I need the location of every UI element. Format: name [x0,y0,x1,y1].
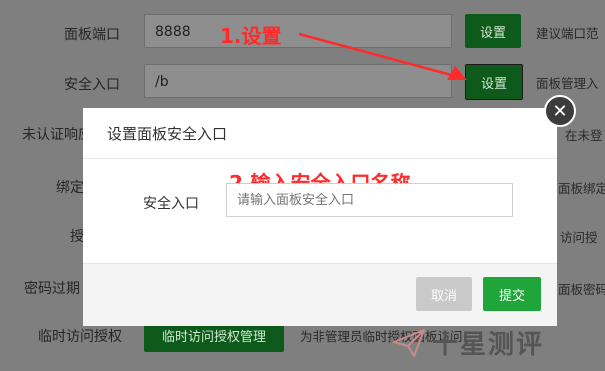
password-expiry-hint: 面板密码 [558,282,605,297]
close-icon[interactable]: ✕ [544,95,576,127]
step1-annotation: 1.设置 [220,24,282,48]
bind-label: 绑定 [56,180,84,196]
watermark-text: 十星测评 [432,330,545,360]
paper-plane-icon [392,327,426,358]
dialog-title: 设置面板安全入口 [83,108,557,159]
cancel-button[interactable]: 取消 [416,277,472,311]
port-label: 面板端口 [64,27,120,43]
unauth-response-hint: 在未登 [565,128,603,143]
security-entry-set-button[interactable]: 设置 [465,64,523,100]
password-expiry-label: 密码过期 [24,281,80,297]
authorize-hint: 访问授 [560,230,598,245]
port-hint: 建议端口范 [536,26,599,41]
authorize-label: 授 [70,229,84,245]
security-entry-field-label: 安全入口 [143,196,199,212]
security-entry-label: 安全入口 [64,77,120,93]
security-entry-dialog: 设置面板安全入口 2.输入安全入口名称 安全入口 取消 提交 [83,108,557,326]
bind-hint: 面板绑定 [558,181,605,196]
step1-arrow [298,32,467,80]
submit-button[interactable]: 提交 [483,277,541,311]
unauth-response-label: 未认证响应 [22,127,92,143]
temp-access-label: 临时访问授权 [38,329,122,345]
security-entry-field[interactable] [226,183,513,217]
dialog-footer: 取消 提交 [83,263,557,326]
security-entry-hint: 面板管理入 [536,76,599,91]
port-set-button[interactable]: 设置 [465,14,521,48]
watermark: 十星测评 [392,324,544,361]
dialog-body: 2.输入安全入口名称 安全入口 [83,159,557,263]
